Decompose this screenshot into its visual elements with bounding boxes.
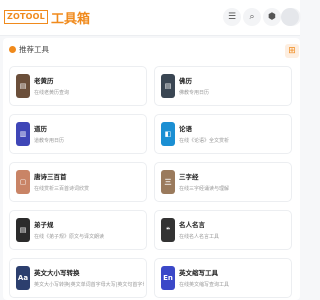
tool-card[interactable]: Aa 英文大小写转换英文大小写转换|英文单词首字母大写|英文句首字母大写 [9,258,147,298]
tool-description: 在线《论语》全文赏析 [179,138,230,144]
logo-box: ZOTOOL [4,10,48,24]
tool-card[interactable]: ▢ 唐诗三百首在线赏析三百首诗词欣赏 [9,162,147,202]
tool-icon: ◧ [161,122,175,146]
tool-icon: ▢ [16,170,30,194]
grid-view-button[interactable]: ⊞ [285,44,299,58]
tool-icon: 三 [161,170,175,194]
tool-card[interactable]: ▥ 道历道教专用日历 [9,114,147,154]
shield-icon[interactable]: ⬢ [263,8,281,26]
tool-card[interactable]: ❝ 名人名言在线名人名言工具 [154,210,292,250]
tool-title: 论语 [179,125,192,133]
tool-icon: ▤ [16,74,30,98]
tool-card[interactable]: En 英文缩写工具在线英文缩写查询工具 [154,258,292,298]
tool-card[interactable]: ▤ 弟子规在线《弟子规》原文与译文朗读 [9,210,147,250]
tool-description: 佛教专用日历 [179,90,210,96]
tool-icon: Aa [16,266,30,290]
tool-description: 在线赏析三百首诗词欣赏 [34,186,90,192]
recommended-panel: 推荐工具 ⊞ ▤ 老黄历 在线老黄历查询 ▤ 佛历 佛教专用日历 ▥ 道历 道教专用日历 ◧ 论语在… [3,38,300,300]
tool-description: 在线三字经诵读与理解 [179,186,230,192]
tool-title: 唐诗三百首 [34,173,67,181]
section-header: 推荐工具 [9,44,49,55]
tool-title: 道历 [34,125,47,133]
tool-card[interactable]: 三三字经在线三字经诵读与理解 [154,162,292,202]
tool-description: 在线老黄历查询 [34,90,70,96]
tool-description: 在线《弟子规》原文与译文朗读 [34,234,105,240]
tool-description: 在线名人名言工具 [179,234,220,240]
tool-icon: ▥ [16,122,30,146]
tool-card[interactable]: ▤ 老黄历在线老黄历查询 [9,66,147,106]
tool-card[interactable]: ▤ 佛历佛教专用日历 [154,66,292,106]
top-bar: ZOTOOL 工具箱 ☰⌕⬢☽ [0,0,301,36]
tool-card[interactable]: ◧ 论语在线《论语》全文赏析 [154,114,292,154]
menu-icon[interactable]: ☰ [223,8,241,26]
tool-title: 三字经 [179,173,199,181]
tool-title: 老黄历 [34,77,54,85]
section-dot [9,46,16,53]
tool-title: 佛历 [179,77,192,85]
tool-icon: ▤ [16,218,30,242]
tool-description: 道教专用日历 [34,138,65,144]
tool-icon: ▤ [161,74,175,98]
search-icon[interactable]: ⌕ [243,8,261,26]
section-title: 推荐工具 [19,45,49,54]
logo-text: 工具箱 [50,11,90,27]
tool-title: 名人名言 [179,221,205,229]
tool-title: 弟子规 [34,221,54,229]
tool-icon: En [161,266,175,290]
avatar[interactable] [281,8,299,26]
site-logo[interactable]: ZOTOOL 工具箱 [4,9,90,27]
tool-title: 英文缩写工具 [179,269,218,277]
tool-title: 英文大小写转换 [34,269,80,277]
tool-description: 英文大小写转换|英文单词首字母大写|英文句首字母大写 [34,282,144,288]
tool-icon: ❝ [161,218,175,242]
tool-description: 在线英文缩写查询工具 [179,282,230,288]
grid-icon: ⊞ [288,45,296,56]
